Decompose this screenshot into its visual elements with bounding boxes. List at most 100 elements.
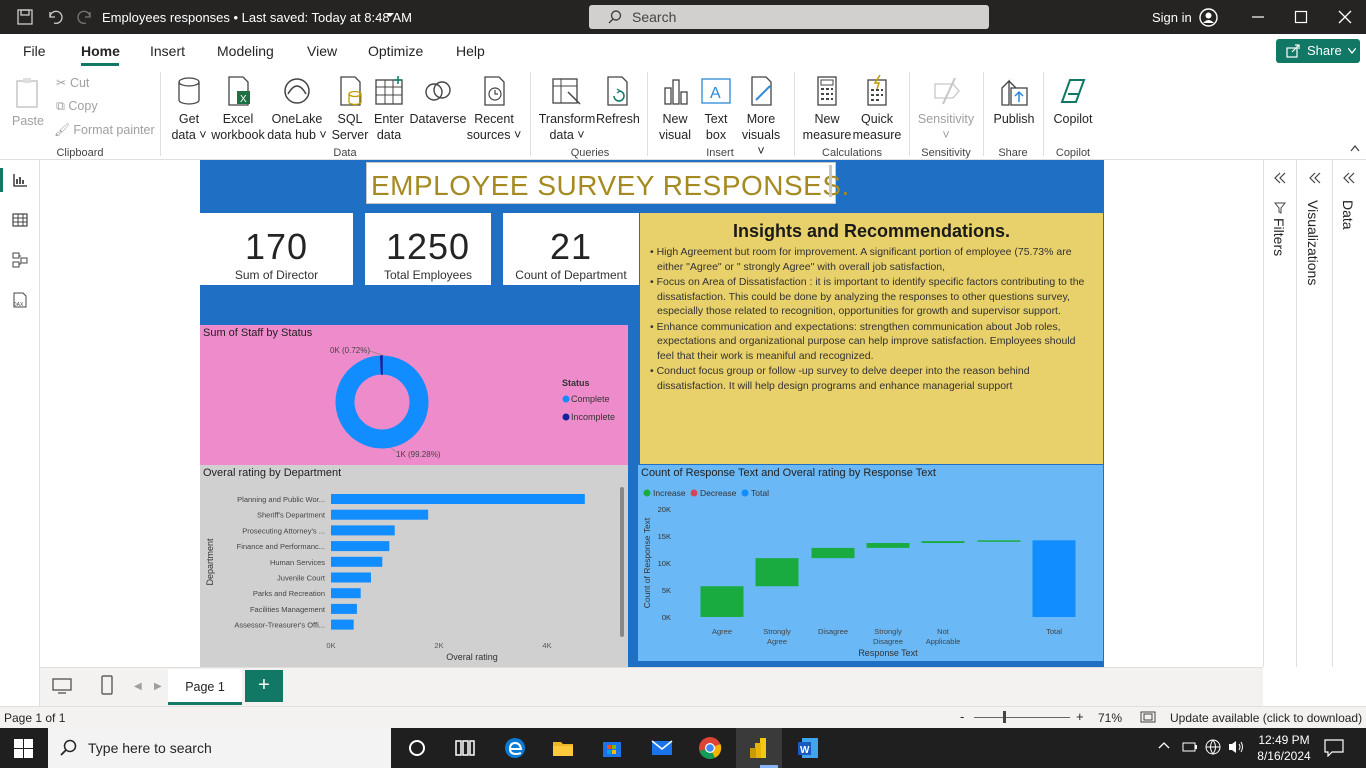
word-icon[interactable]: W <box>796 736 820 760</box>
zoom-in-button[interactable]: + <box>1076 709 1084 724</box>
collapse-ribbon-icon[interactable] <box>1350 144 1360 152</box>
chart-scrollbar[interactable] <box>620 487 624 637</box>
quick-measure-label-1: Quick <box>861 112 893 126</box>
redo-icon[interactable] <box>76 8 94 26</box>
account-icon[interactable] <box>1199 8 1218 27</box>
format-painter-button[interactable]: 🖌 Format painter <box>54 123 155 138</box>
chevron-down-icon[interactable] <box>385 11 395 19</box>
quick-measure-button[interactable]: Quick measure <box>852 74 902 143</box>
get-data-button[interactable]: Get data ˅ <box>168 74 210 143</box>
tab-home[interactable]: Home <box>81 43 120 59</box>
expand-icon[interactable] <box>1274 172 1286 184</box>
clock-time[interactable]: 12:49 PM <box>1258 733 1310 747</box>
excel-workbook-button[interactable]: X Excel workbook <box>209 74 267 143</box>
transform-data-button[interactable]: Transform data ˅ <box>537 74 597 143</box>
tab-view[interactable]: View <box>307 43 337 59</box>
sensitivity-button[interactable]: Sensitivity ˅ <box>915 74 977 143</box>
add-page-button[interactable]: + <box>245 670 283 702</box>
save-icon[interactable] <box>16 8 34 26</box>
cut-button[interactable]: ✂ Cut <box>56 75 89 90</box>
network-icon[interactable] <box>1205 739 1221 755</box>
windows-start-icon[interactable] <box>14 739 38 763</box>
taskbar-search[interactable]: Type here to search <box>48 728 391 768</box>
onelake-data-hub-button[interactable]: OneLake data hub ˅ <box>267 74 327 143</box>
volume-icon[interactable] <box>1228 739 1246 755</box>
next-page-icon[interactable]: ▶ <box>154 681 162 692</box>
microsoft-store-icon[interactable] <box>600 736 624 760</box>
task-view-icon[interactable] <box>453 736 477 760</box>
view-switcher: DAX <box>0 160 40 706</box>
publish-button[interactable]: Publish <box>991 74 1037 127</box>
close-icon[interactable] <box>1337 9 1353 25</box>
expand-icon[interactable] <box>1343 172 1355 184</box>
bar <box>331 603 357 614</box>
chrome-icon[interactable] <box>698 736 722 760</box>
prev-page-icon[interactable]: ◀ <box>134 681 142 692</box>
tray-expand-icon[interactable] <box>1158 740 1170 752</box>
undo-icon[interactable] <box>46 8 64 26</box>
kpi-card-employees[interactable]: 1250 Total Employees <box>365 213 491 285</box>
staff-by-status-card[interactable]: Sum of Staff by Status 0K (0.72%) 1K (99.… <box>200 325 628 465</box>
text-box-button[interactable]: A Text box <box>697 74 735 143</box>
new-visual-label-2: visual <box>659 128 691 142</box>
zoom-slider[interactable] <box>974 717 1070 718</box>
mail-icon[interactable] <box>650 736 674 760</box>
zoom-slider-thumb[interactable] <box>1003 711 1006 723</box>
clock-date[interactable]: 8/16/2024 <box>1256 749 1312 763</box>
visualizations-pane[interactable]: Visualizations <box>1296 160 1332 667</box>
tab-optimize[interactable]: Optimize <box>368 43 423 59</box>
copy-button[interactable]: ⧉ Copy <box>56 99 98 114</box>
dataverse-button[interactable]: Dataverse <box>408 74 468 127</box>
new-measure-button[interactable]: New measure <box>802 74 852 143</box>
minimize-icon[interactable] <box>1250 9 1266 25</box>
fit-to-page-icon[interactable] <box>1140 711 1156 723</box>
edge-icon[interactable] <box>503 736 527 760</box>
scroll-thumb[interactable] <box>829 165 832 197</box>
cortana-icon[interactable] <box>405 736 429 760</box>
tab-insert[interactable]: Insert <box>150 43 185 59</box>
file-explorer-icon[interactable] <box>551 736 575 760</box>
legend-marker-total <box>741 489 749 497</box>
table-view-icon[interactable] <box>12 212 28 228</box>
page-tab-1[interactable]: Page 1 <box>168 669 242 705</box>
rating-by-department-card[interactable]: Overal rating by Department Planning and… <box>200 465 628 667</box>
search-box[interactable]: Search <box>589 5 989 29</box>
zoom-out-button[interactable]: - <box>960 709 964 724</box>
filters-pane[interactable]: Filters <box>1263 160 1296 667</box>
report-title-textbox[interactable]: EMPLOYEE SURVEY RESPONSES. <box>366 162 849 204</box>
kpi-card-director[interactable]: 170 Sum of Director <box>200 213 353 285</box>
sign-in-link[interactable]: Sign in <box>1152 10 1192 25</box>
bar <box>331 588 361 599</box>
insights-card[interactable]: Insights and Recommendations. • High Agr… <box>640 213 1103 464</box>
tab-help[interactable]: Help <box>456 43 485 59</box>
paste-button[interactable]: Paste <box>10 76 46 129</box>
response-text-card[interactable]: Count of Response Text and Overal rating… <box>638 465 1103 661</box>
expand-icon[interactable] <box>1309 172 1321 184</box>
power-bi-icon[interactable] <box>747 736 771 760</box>
kpi-card-department[interactable]: 21 Count of Department <box>503 213 639 285</box>
excel-label-1: Excel <box>222 112 254 126</box>
maximize-icon[interactable] <box>1293 9 1309 25</box>
report-view-icon[interactable] <box>12 172 28 188</box>
model-view-icon[interactable] <box>12 252 28 268</box>
refresh-button[interactable]: Refresh <box>596 74 640 127</box>
zoom-level[interactable]: 71% <box>1098 711 1122 725</box>
update-available-link[interactable]: Update available (click to download) <box>1170 711 1362 725</box>
data-pane[interactable]: Data <box>1332 160 1366 667</box>
new-visual-button[interactable]: New visual <box>655 74 695 143</box>
battery-icon[interactable] <box>1182 740 1198 754</box>
share-button[interactable]: Share <box>1276 39 1360 63</box>
document-title[interactable]: Employees responses • Last saved: Today … <box>102 10 412 25</box>
tab-file[interactable]: File <box>23 43 46 59</box>
category-label: Assessor-Treasurer's Offi... <box>234 621 325 630</box>
tab-modeling[interactable]: Modeling <box>217 43 274 59</box>
sql-server-button[interactable]: SQL Server <box>330 74 370 143</box>
mobile-layout-icon[interactable] <box>101 675 113 695</box>
desktop-layout-icon[interactable] <box>52 677 72 695</box>
copilot-button[interactable]: Copilot <box>1050 74 1096 127</box>
dax-query-view-icon[interactable]: DAX <box>11 292 29 308</box>
notifications-icon[interactable] <box>1324 739 1344 757</box>
recent-sources-button[interactable]: Recent sources ˅ <box>465 74 523 143</box>
enter-data-button[interactable]: Enter data <box>370 74 408 143</box>
kpi-value: 21 <box>549 226 593 267</box>
